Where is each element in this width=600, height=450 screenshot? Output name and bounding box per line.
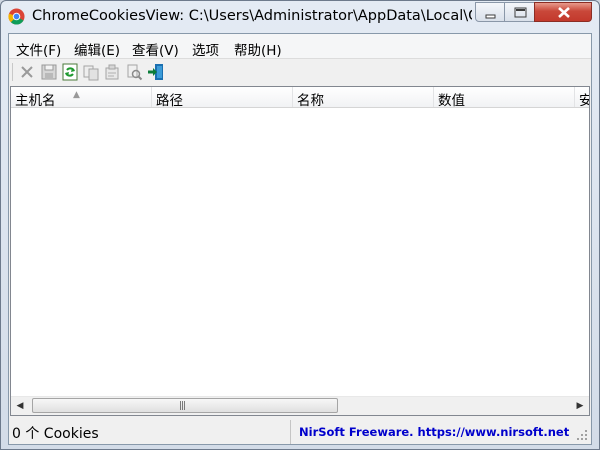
menu-view[interactable]: 查看(V) xyxy=(132,39,179,59)
menu-edit[interactable]: 编辑(E) xyxy=(74,39,120,59)
scrollbar-grip-icon: ||| xyxy=(179,401,186,411)
minimize-icon xyxy=(485,14,496,19)
horizontal-scrollbar[interactable]: ◀ ||| ▶ xyxy=(11,396,589,415)
maximize-button[interactable] xyxy=(504,2,535,22)
column-secure-label: 安 xyxy=(579,93,589,107)
column-name-label: 名称 xyxy=(297,93,324,107)
toolbar xyxy=(9,58,591,86)
close-button[interactable] xyxy=(534,2,592,22)
app-window: ChromeCookiesView: C:\Users\Administrato… xyxy=(0,0,600,450)
column-header-host[interactable]: 主机名 xyxy=(11,87,152,107)
column-header-path[interactable]: 路径 xyxy=(152,87,293,107)
column-host-label: 主机名 xyxy=(15,93,56,107)
minimize-button[interactable] xyxy=(475,2,505,22)
menu-help[interactable]: 帮助(H) xyxy=(234,39,282,59)
scroll-right-icon[interactable]: ▶ xyxy=(571,397,589,415)
nirsoft-link[interactable]: NirSoft Freeware. https://www.nirsoft.ne… xyxy=(297,420,577,444)
scroll-left-icon[interactable]: ◀ xyxy=(11,397,29,415)
exit-icon[interactable] xyxy=(147,63,165,81)
resize-grip-icon[interactable] xyxy=(576,429,588,441)
copy-icon[interactable] xyxy=(82,63,100,81)
cookies-list[interactable]: 主机名 ▲ 路径 名称 数值 安 ◀ ||| xyxy=(10,86,590,416)
save-icon[interactable] xyxy=(40,63,58,81)
properties-icon[interactable] xyxy=(103,63,121,81)
cookie-count: 0 个 Cookies xyxy=(9,420,291,444)
sort-ascending-icon: ▲ xyxy=(73,90,80,100)
find-icon[interactable] xyxy=(125,63,143,81)
refresh-icon[interactable] xyxy=(61,63,79,81)
menu-options[interactable]: 选项 xyxy=(192,39,219,59)
window-title: ChromeCookiesView: C:\Users\Administrato… xyxy=(32,8,472,24)
title-bar[interactable]: ChromeCookiesView: C:\Users\Administrato… xyxy=(1,1,599,33)
menu-file[interactable]: 文件(F) xyxy=(16,39,61,59)
status-bar: 0 个 Cookies NirSoft Freeware. https://ww… xyxy=(9,420,591,444)
scrollbar-thumb[interactable]: ||| xyxy=(32,398,338,413)
delete-icon[interactable] xyxy=(18,63,36,81)
chrome-icon xyxy=(8,8,25,25)
client-area: 文件(F) 编辑(E) 查看(V) 选项 帮助(H) 主机名 ▲ 路径 名称 数… xyxy=(8,33,592,445)
column-header-name[interactable]: 名称 xyxy=(293,87,434,107)
list-header: 主机名 ▲ 路径 名称 数值 安 xyxy=(11,87,589,108)
column-header-secure[interactable]: 安 xyxy=(575,87,589,107)
toolbar-grip xyxy=(12,63,13,81)
column-path-label: 路径 xyxy=(156,93,183,107)
close-icon xyxy=(558,7,570,18)
column-header-value[interactable]: 数值 xyxy=(434,87,575,107)
maximize-icon xyxy=(514,7,527,18)
menu-bar: 文件(F) 编辑(E) 查看(V) 选项 帮助(H) xyxy=(9,34,591,59)
column-value-label: 数值 xyxy=(438,93,465,107)
